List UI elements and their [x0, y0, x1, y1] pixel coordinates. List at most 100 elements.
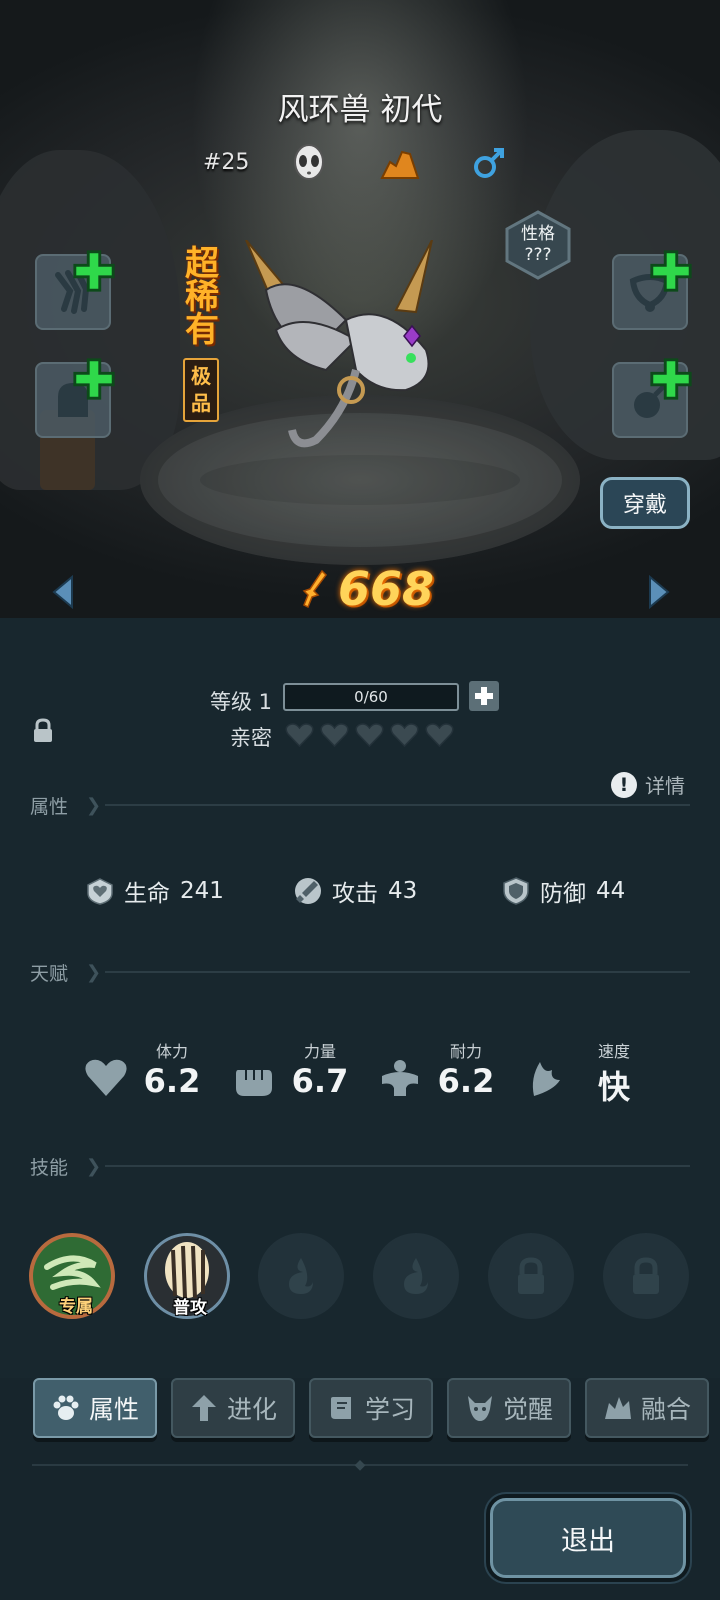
- divider-ornament-icon: ◆: [354, 1457, 366, 1473]
- personality-text: 性格 ???: [521, 224, 555, 266]
- chevron-right-icon: ❯: [86, 1155, 102, 1177]
- stat-defense-value: 44: [596, 878, 626, 904]
- exp-progress-bar: 0/60: [283, 683, 459, 711]
- evolve-arrow-icon: [191, 1395, 216, 1421]
- power-value: 668: [338, 562, 435, 616]
- male-gender-icon: [474, 148, 504, 178]
- pet-number: #25: [203, 150, 250, 175]
- stat-defense: 防御 44: [502, 874, 625, 908]
- level-label: 等级 1: [210, 690, 273, 714]
- heart-icon: [355, 723, 384, 748]
- add-plus-icon: [73, 250, 115, 292]
- attributes-section-label: 属性: [30, 795, 69, 818]
- talent-strength: 力量 6.7: [232, 1038, 362, 1108]
- flame-icon: [289, 1258, 313, 1294]
- equip-slot-helmet[interactable]: [35, 358, 115, 438]
- talent-speed: 速度 快: [526, 1038, 656, 1108]
- bottom-tab-bar: 属性 进化 学习 觉醒 融合: [30, 1378, 710, 1438]
- next-pet-arrow[interactable]: [648, 575, 670, 609]
- stat-hp: 生命 241: [86, 874, 224, 908]
- power-sword-icon: [302, 569, 327, 609]
- exit-button[interactable]: 退出: [490, 1498, 686, 1578]
- heart-icon: [85, 1059, 127, 1096]
- stat-defense-label: 防御: [540, 881, 586, 907]
- equip-slot-collar[interactable]: [612, 250, 692, 330]
- talent-speed-label: 速度: [597, 1042, 630, 1061]
- muscle-icon: [382, 1060, 418, 1096]
- terrain-icon[interactable]: [380, 148, 420, 180]
- add-plus-icon: [650, 250, 692, 292]
- tab-awaken[interactable]: 觉醒: [447, 1378, 571, 1438]
- paw-icon: [53, 1395, 79, 1420]
- flame-icon: [404, 1258, 428, 1294]
- tab-fusion-label: 融合: [640, 1395, 691, 1424]
- skill-slot-locked[interactable]: [488, 1233, 574, 1319]
- talent-strength-label: 力量: [303, 1042, 336, 1061]
- rarity-label: 超稀有: [185, 244, 219, 350]
- pet-name: 风环兽 初代: [277, 92, 443, 128]
- heart-icon: [390, 723, 419, 748]
- sword-icon: [295, 878, 321, 904]
- stat-hp-value: 241: [180, 878, 224, 904]
- lock-icon: [518, 1257, 544, 1294]
- section-divider: [105, 804, 690, 806]
- pet-creature-illustration[interactable]: [236, 240, 456, 460]
- equip-slot-claw[interactable]: [35, 250, 115, 330]
- tab-fusion[interactable]: 融合: [585, 1378, 709, 1438]
- add-plus-icon: [73, 358, 115, 400]
- tab-learn[interactable]: 学习: [309, 1378, 433, 1438]
- talent-speed-value: 快: [597, 1068, 630, 1106]
- fist-icon: [236, 1070, 272, 1096]
- talent-endurance-label: 耐力: [449, 1042, 482, 1061]
- stat-attack: 攻击 43: [294, 874, 417, 908]
- stat-hp-label: 生命: [124, 881, 170, 907]
- intimacy-label: 亲密: [230, 726, 272, 750]
- tab-attributes-label: 属性: [88, 1395, 139, 1424]
- talents-section-header: 天赋 ❯: [30, 958, 690, 986]
- tab-attributes[interactable]: 属性: [33, 1378, 157, 1438]
- stat-attack-label: 攻击: [332, 881, 378, 907]
- tab-awaken-label: 觉醒: [502, 1395, 553, 1424]
- personality-button[interactable]: 性格 ???: [503, 210, 573, 280]
- section-divider: [105, 971, 690, 973]
- alien-race-icon[interactable]: [293, 144, 325, 182]
- equip-slot-charm[interactable]: [612, 358, 692, 438]
- attributes-section-header: 属性 ❯: [30, 791, 690, 819]
- shield-icon: [503, 877, 529, 905]
- plus-icon: [475, 687, 493, 705]
- chevron-right-icon: ❯: [86, 794, 102, 816]
- skill-slot-normal-attack[interactable]: 普攻: [144, 1233, 230, 1319]
- skills-section-header: 技能 ❯: [30, 1152, 690, 1180]
- previous-pet-arrow[interactable]: [52, 575, 74, 609]
- talent-stamina-label: 体力: [155, 1042, 188, 1061]
- skill-normal-attack-label: 普攻: [173, 1298, 207, 1318]
- lock-icon: [633, 1257, 659, 1294]
- pet-showcase-scene: 风环兽 初代 #25 超稀有 极品 性格 ??? 穿戴 668: [0, 0, 720, 618]
- fusion-icon: [604, 1397, 631, 1419]
- tab-evolve-label: 进化: [226, 1395, 277, 1424]
- heart-icon: [320, 723, 349, 748]
- section-divider: [105, 1165, 690, 1167]
- wear-button[interactable]: 穿戴: [600, 477, 690, 529]
- heart-icon: [285, 723, 314, 748]
- skill-slot-exclusive[interactable]: 专属: [29, 1233, 115, 1319]
- skill-slot-empty[interactable]: [258, 1233, 344, 1319]
- book-icon: [330, 1397, 351, 1419]
- talent-strength-value: 6.7: [291, 1062, 349, 1100]
- tab-learn-label: 学习: [364, 1395, 415, 1424]
- talents-section-label: 天赋: [30, 962, 69, 985]
- skills-section-label: 技能: [30, 1156, 69, 1179]
- personality-label: 性格: [521, 224, 555, 244]
- lock-icon[interactable]: [32, 718, 54, 744]
- wing-icon: [532, 1062, 560, 1096]
- chevron-right-icon: ❯: [86, 961, 102, 983]
- skill-slot-locked[interactable]: [603, 1233, 689, 1319]
- personality-value: ???: [524, 245, 552, 265]
- heart-shield-icon: [87, 878, 113, 905]
- skill-slot-empty[interactable]: [373, 1233, 459, 1319]
- talent-stamina: 体力 6.2: [84, 1038, 214, 1108]
- level-up-button[interactable]: [469, 681, 499, 711]
- tab-evolve[interactable]: 进化: [171, 1378, 295, 1438]
- heart-icon: [425, 723, 454, 748]
- demon-icon: [467, 1396, 492, 1421]
